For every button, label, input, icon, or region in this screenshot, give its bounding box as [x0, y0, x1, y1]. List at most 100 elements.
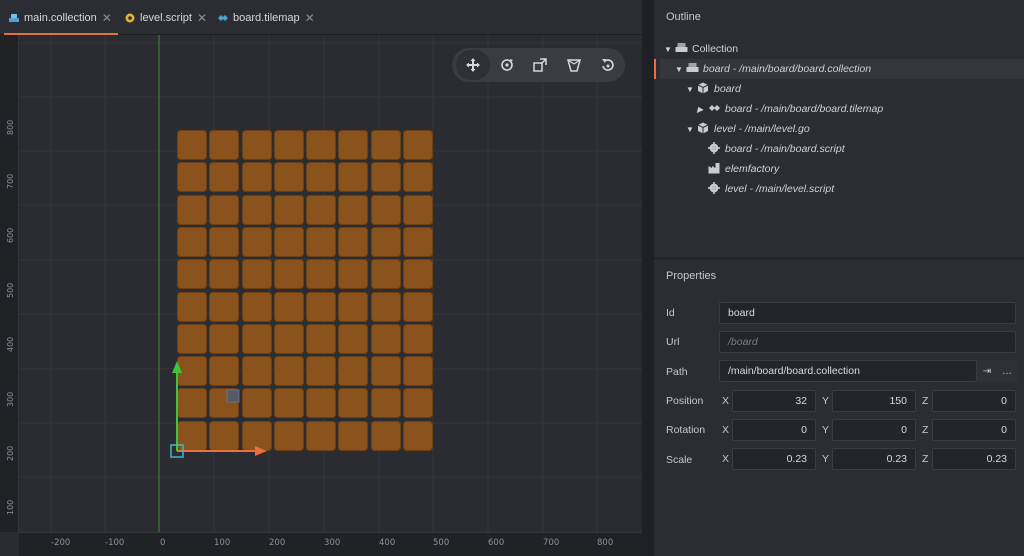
- scale-y-field[interactable]: 0.23: [832, 448, 916, 470]
- board-tile: [338, 291, 369, 322]
- outline-item[interactable]: ▶ board - /main/board/board.tilemap: [697, 99, 883, 119]
- scale-tool-button[interactable]: [524, 50, 558, 80]
- rotation-axis-label: X: [722, 424, 730, 436]
- cube-icon: [696, 122, 710, 137]
- rotation-x-field[interactable]: 0: [732, 419, 816, 441]
- board-tile: [177, 194, 207, 225]
- chevron-down-icon[interactable]: ▼: [686, 85, 696, 94]
- tilemap-icon: [218, 14, 228, 21]
- outline-item-label: board - /main/board/board.collection: [703, 63, 872, 75]
- outline-item-label: board - /main/board.script: [725, 143, 845, 155]
- perspective-button[interactable]: [557, 50, 591, 80]
- board-tile: [273, 226, 304, 257]
- position-y-field[interactable]: 150: [832, 390, 916, 412]
- collection-icon: [674, 42, 688, 56]
- board-tile: [402, 356, 433, 387]
- ruler-label: 500: [433, 538, 450, 548]
- tab-main-collection[interactable]: main.collection ✕: [4, 0, 118, 35]
- board-tile: [273, 291, 304, 322]
- board-tile: [177, 162, 207, 193]
- ruler-label: 500: [6, 282, 15, 298]
- path-browse-button[interactable]: …: [997, 360, 1017, 382]
- outline-item[interactable]: ▼ level - /main/level.go: [686, 119, 810, 139]
- scale-z-field[interactable]: 0.23: [932, 448, 1016, 470]
- board-tile: [273, 259, 304, 290]
- ruler-label: 800: [597, 538, 614, 548]
- chevron-down-icon[interactable]: ▼: [675, 65, 685, 74]
- position-label: Position: [666, 395, 704, 407]
- ruler-label: 300: [324, 538, 341, 548]
- scale-label: Scale: [666, 454, 693, 466]
- properties-title: Properties: [666, 270, 717, 282]
- scale-axis-label: Y: [822, 453, 830, 465]
- chevron-right-icon[interactable]: ▶: [697, 105, 707, 114]
- url-field[interactable]: /board: [719, 331, 1016, 353]
- position-axis-label: Y: [822, 395, 830, 407]
- position-axis-label: X: [722, 395, 730, 407]
- properties-panel: Properties Id board Url /board Path /mai…: [654, 260, 1024, 556]
- board-tile: [177, 291, 207, 322]
- position-x-field[interactable]: 32: [732, 390, 816, 412]
- rotation-y-field[interactable]: 0: [832, 419, 916, 441]
- ruler-label: 600: [6, 227, 15, 243]
- board-tile: [338, 130, 369, 160]
- ruler-label: 100: [214, 538, 231, 548]
- scale-x-field[interactable]: 0.23: [732, 448, 816, 470]
- ruler-label: 400: [6, 336, 15, 352]
- board-tile: [370, 194, 401, 225]
- scale-axis-label: Z: [922, 453, 929, 465]
- rotation-z-field[interactable]: 0: [932, 419, 1016, 441]
- id-field[interactable]: board: [719, 302, 1016, 324]
- reset-camera-button[interactable]: [591, 50, 625, 80]
- board-tile: [402, 162, 433, 193]
- outline-item[interactable]: ▼ board - /main/board/board.collection: [654, 59, 1024, 79]
- board-tile: [273, 194, 304, 225]
- rotate-icon: [500, 59, 513, 71]
- move-tool-button[interactable]: [456, 50, 490, 80]
- board-tile: [402, 291, 433, 322]
- tab-level-script[interactable]: level.script ✕: [124, 0, 207, 35]
- outline-item[interactable]: board - /main/board.script: [697, 139, 845, 159]
- outline-item[interactable]: elemfactory: [697, 159, 779, 179]
- close-icon[interactable]: ✕: [102, 11, 112, 25]
- outline-item-label: Collection: [692, 43, 739, 55]
- ruler-label: 200: [6, 445, 15, 461]
- path-jump-button[interactable]: ⇥: [977, 360, 997, 382]
- ruler-label: 0: [160, 538, 166, 548]
- board-tile: [306, 323, 336, 354]
- outline-item-label: level - /main/level.script: [725, 183, 835, 195]
- rotate-tool-button[interactable]: [490, 50, 524, 80]
- panel-splitter[interactable]: [642, 0, 654, 556]
- move-icon: [465, 58, 480, 72]
- board-tile: [338, 420, 369, 451]
- board-tile: [241, 291, 272, 322]
- board-tile: [306, 259, 336, 290]
- gear-icon: [707, 181, 721, 197]
- board-tile: [370, 388, 401, 419]
- board-tile: [370, 162, 401, 193]
- rotation-label: Rotation: [666, 424, 706, 436]
- collection-icon: [9, 13, 19, 22]
- board-tile: [209, 291, 240, 322]
- path-field[interactable]: /main/board/board.collection: [719, 360, 977, 382]
- close-icon[interactable]: ✕: [305, 11, 315, 25]
- close-icon[interactable]: ✕: [197, 11, 207, 25]
- outline-item[interactable]: ▼ board: [686, 79, 741, 99]
- cube-icon: [696, 82, 710, 97]
- scene-viewport[interactable]: 100 200 300 400 500 600 700 800 -200 -10…: [0, 35, 642, 556]
- board-tile: [241, 162, 272, 193]
- tab-board-tilemap[interactable]: board.tilemap ✕: [217, 0, 315, 35]
- move-gizmo[interactable]: [160, 355, 280, 465]
- position-z-field[interactable]: 0: [932, 390, 1016, 412]
- ruler-label: 700: [6, 173, 15, 189]
- ruler-label: 100: [6, 499, 15, 515]
- board-tile: [273, 162, 304, 193]
- outline-item[interactable]: ▼ Collection: [664, 39, 738, 59]
- chevron-down-icon[interactable]: ▼: [664, 45, 674, 54]
- outline-item[interactable]: level - /main/level.script: [697, 179, 834, 199]
- chevron-down-icon[interactable]: ▼: [686, 125, 696, 134]
- scale-axis-label: X: [722, 453, 730, 465]
- scene-toolbar: [452, 48, 625, 82]
- board-tile: [306, 162, 336, 193]
- board-tile: [370, 291, 401, 322]
